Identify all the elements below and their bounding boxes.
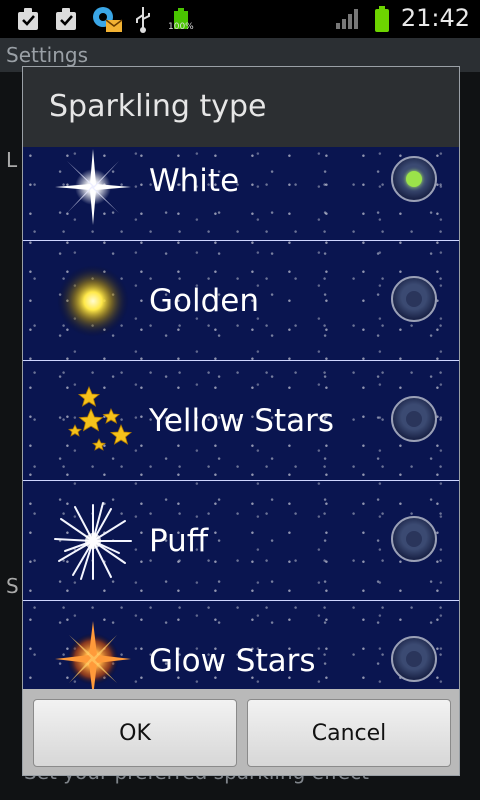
yellow-stars-icon <box>53 381 133 461</box>
background-letter: L <box>6 148 18 172</box>
radio-button[interactable] <box>391 516 437 562</box>
list-item-label: Glow Stars <box>149 643 316 679</box>
cancel-button[interactable]: Cancel <box>247 699 451 767</box>
radio-dot <box>406 531 422 547</box>
sparkling-type-list: White Golden Yellow Stars Puff Glow Star… <box>23 147 459 759</box>
checklist-icon <box>52 5 80 33</box>
radio-button[interactable] <box>391 276 437 322</box>
list-item-yellow-stars[interactable]: Yellow Stars <box>23 361 459 481</box>
gear-mail-icon <box>88 5 124 33</box>
radio-button-selected[interactable] <box>391 156 437 202</box>
list-item-golden[interactable]: Golden <box>23 241 459 361</box>
list-item-label: Golden <box>149 283 259 319</box>
dialog-title: Sparkling type <box>23 67 459 147</box>
ok-button[interactable]: OK <box>33 699 237 767</box>
signal-icon <box>334 5 362 33</box>
radio-dot <box>406 651 422 667</box>
list-item-label: Puff <box>149 523 209 559</box>
radio-dot <box>406 291 422 307</box>
list-item-label: Yellow Stars <box>149 403 335 439</box>
golden-sparkle-icon <box>53 261 133 341</box>
radio-button[interactable] <box>391 636 437 682</box>
dialog-button-bar: OK Cancel <box>23 689 459 775</box>
clock-time: 21:42 <box>400 4 470 32</box>
battery-percent-text: 100% <box>168 22 194 32</box>
radio-button[interactable] <box>391 396 437 442</box>
glow-star-icon <box>53 619 133 699</box>
puff-sparkle-icon <box>53 501 133 581</box>
list-item-label: White <box>149 163 240 199</box>
usb-icon <box>132 5 154 33</box>
radio-dot <box>406 171 422 187</box>
checklist-icon <box>14 5 42 33</box>
white-sparkle-icon <box>53 147 133 227</box>
background-letter: S <box>6 574 19 598</box>
list-item-white[interactable]: White <box>23 147 459 241</box>
list-item-puff[interactable]: Puff <box>23 481 459 601</box>
status-bar: 100% 21:42 <box>0 0 480 38</box>
sparkling-type-dialog: Sparkling type White Golden Yellow Stars… <box>22 66 460 776</box>
radio-dot <box>406 411 422 427</box>
battery-full-icon <box>372 5 392 33</box>
